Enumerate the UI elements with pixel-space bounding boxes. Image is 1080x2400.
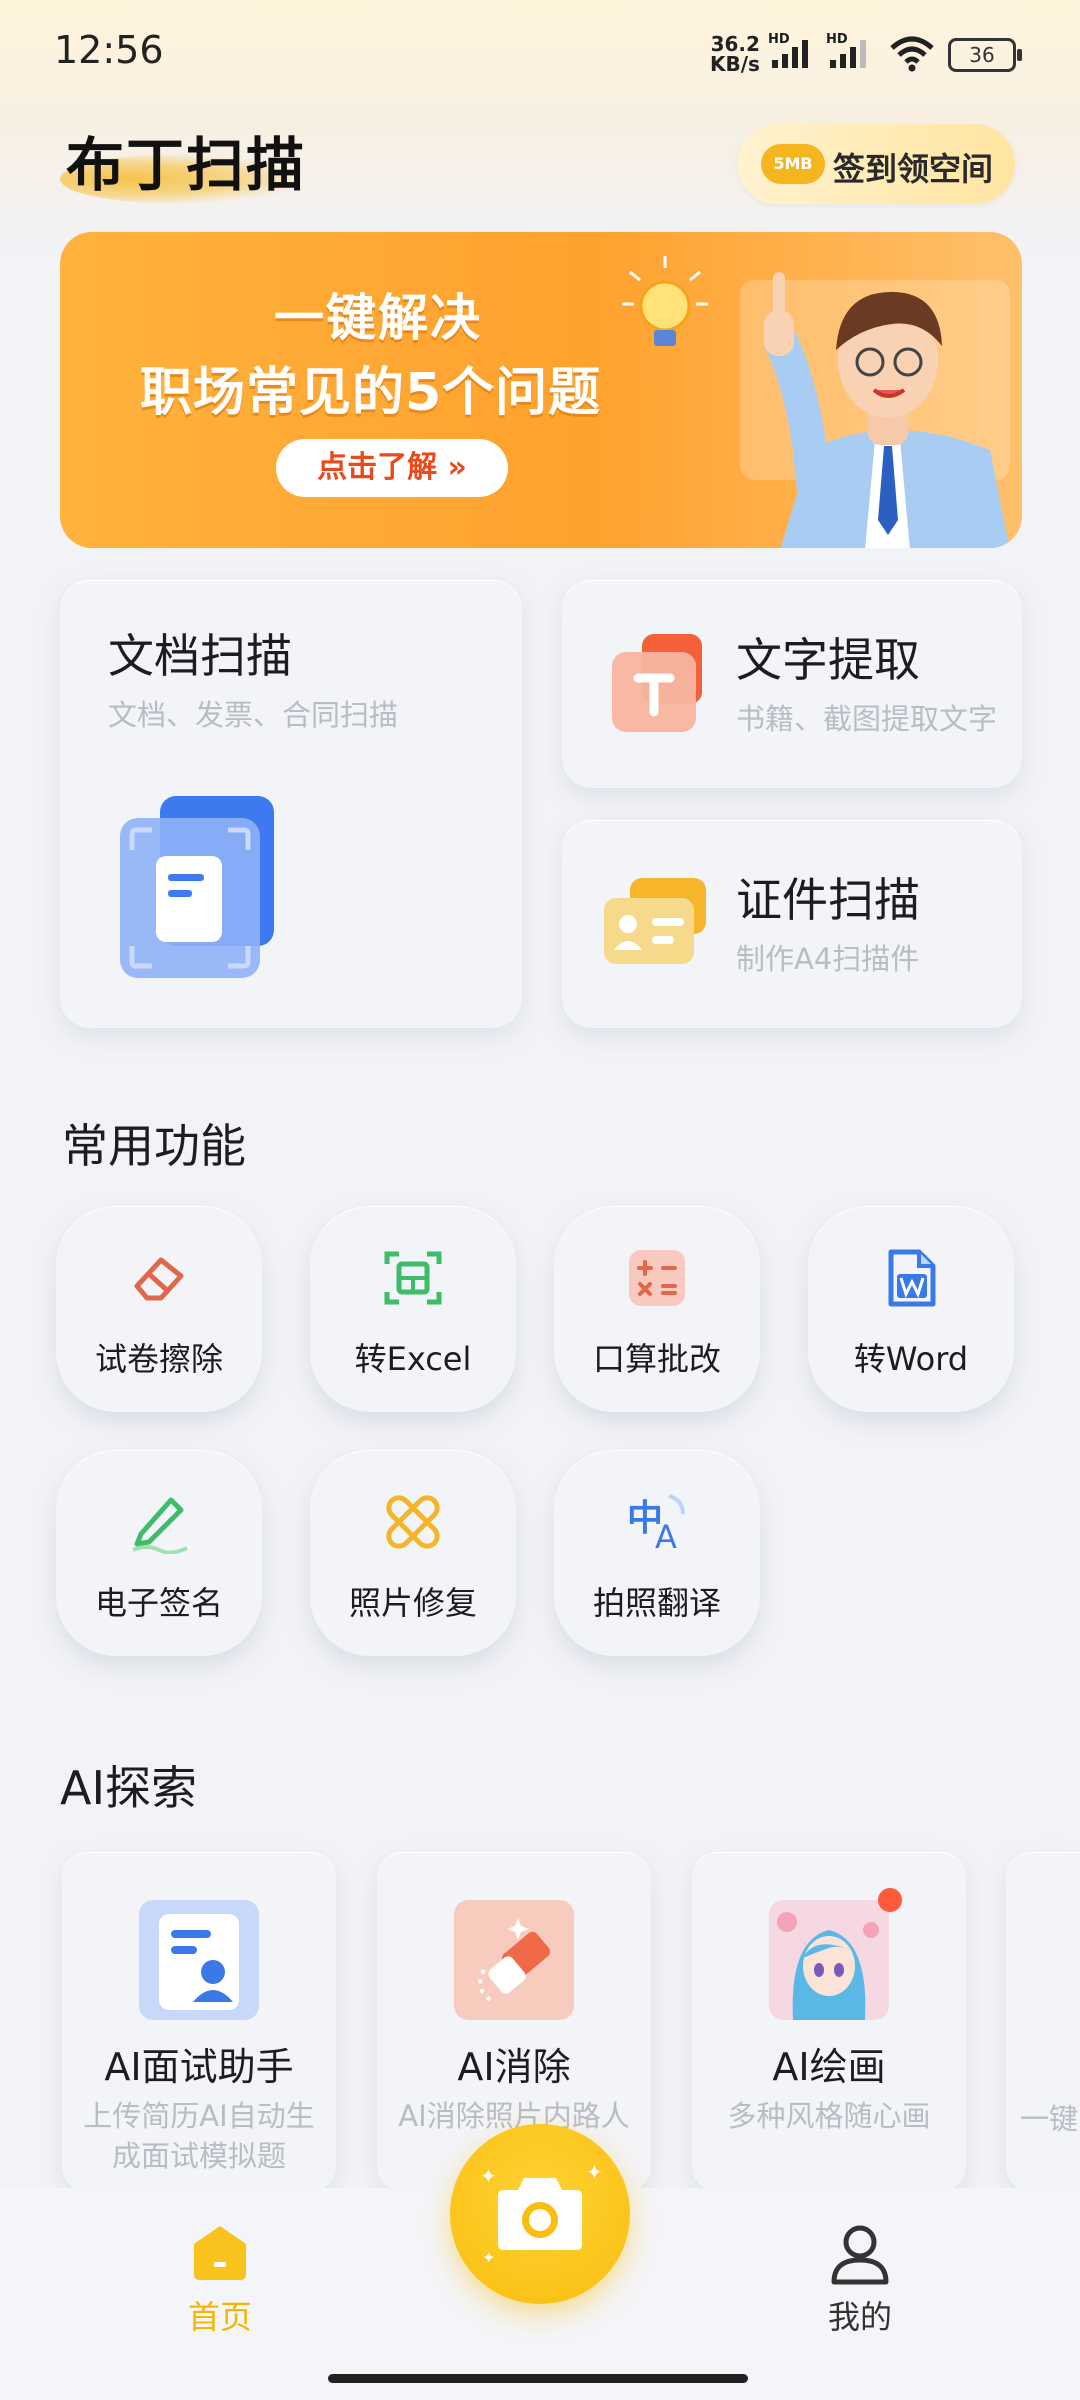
id-card-icon	[604, 878, 706, 964]
tool-label: 口算批改	[592, 1340, 721, 1378]
home-indicator	[328, 2374, 748, 2383]
pen-icon	[132, 1497, 188, 1554]
banner-cta-button[interactable]: 点击了解 »	[276, 439, 508, 497]
tool-to-excel[interactable]: 转Excel	[310, 1206, 516, 1412]
eraser-icon	[134, 1257, 184, 1301]
resume-icon	[139, 1900, 259, 2020]
ai-card-partial[interactable]: 一键	[1006, 1852, 1080, 2192]
text-extract-subtitle: 书籍、截图提取文字	[736, 702, 998, 736]
sparkle-icon: ✦	[480, 2164, 497, 2188]
status-time: 12:56	[54, 28, 164, 72]
app-logo: 布丁扫描	[60, 118, 310, 204]
ai-card-title: AI绘画	[772, 2045, 886, 2089]
signal-icon-2: HD	[826, 32, 872, 74]
tool-e-signature[interactable]: 电子签名	[56, 1450, 262, 1656]
ai-card-desc: 一键	[1020, 2102, 1079, 2136]
sparkle-icon: ✦	[482, 2248, 496, 2267]
tool-exam-erase[interactable]: 试卷擦除	[56, 1206, 262, 1412]
excel-icon	[384, 1251, 442, 1305]
anime-girl-image	[769, 1900, 889, 2020]
svg-text:A: A	[655, 1518, 677, 1554]
hd-label: HD	[768, 32, 790, 47]
signal-icon: HD	[768, 32, 814, 74]
tool-label: 照片修复	[348, 1584, 477, 1622]
app-name: 布丁扫描	[66, 131, 307, 199]
text-extract-title: 文字提取	[736, 633, 920, 687]
ai-card-desc: 多种风格随心画	[727, 2099, 931, 2133]
nav-mine-label: 我的	[827, 2298, 892, 2336]
doc-scan-card[interactable]: 文档扫描 文档、发票、合同扫描	[60, 580, 522, 1028]
promo-banner[interactable]: 一键解决 职场常见的5个问题 点击了解 »	[60, 232, 1022, 548]
nav-home[interactable]: 首页	[140, 2222, 300, 2338]
nav-mine[interactable]: 我的	[780, 2222, 940, 2338]
ai-card-title: AI消除	[457, 2045, 571, 2089]
status-bar: 12:56 36.2 KB/s HD HD 36	[0, 0, 1080, 110]
nav-home-label: 首页	[187, 2298, 252, 2336]
tool-label: 转Excel	[354, 1340, 472, 1378]
net-speed-value: 36.2	[710, 32, 760, 56]
ai-card-title: AI面试助手	[104, 2045, 294, 2089]
common-section-title: 常用功能	[62, 1119, 246, 1173]
ai-interview-card[interactable]: AI面试助手 上传简历AI自动生成面试模拟题	[62, 1852, 336, 2192]
text-extract-icon	[612, 634, 702, 732]
new-dot-badge	[878, 1888, 902, 1912]
id-scan-title: 证件扫描	[736, 873, 920, 927]
tool-label: 试卷擦除	[94, 1340, 223, 1378]
net-speed-unit: KB/s	[710, 52, 760, 76]
tool-photo-repair[interactable]: 照片修复	[310, 1450, 516, 1656]
checkin-button[interactable]: 5MB 签到领空间	[737, 124, 1015, 204]
ai-section-title: AI探索	[60, 1761, 198, 1815]
hd-label-2: HD	[826, 32, 848, 47]
word-icon	[888, 1249, 936, 1307]
ai-painting-card[interactable]: AI绘画 多种风格随心画	[692, 1852, 966, 2192]
banner-line1: 一键解决	[274, 289, 482, 347]
wifi-icon	[888, 34, 936, 76]
camera-icon	[498, 2178, 582, 2250]
tool-label: 转Word	[853, 1340, 969, 1378]
tool-photo-translate[interactable]: 中 A 拍照翻译	[554, 1450, 760, 1656]
id-scan-card[interactable]: 证件扫描 制作A4扫描件	[562, 820, 1022, 1028]
tool-label: 拍照翻译	[592, 1584, 721, 1622]
cloud-icon: 5MB	[761, 144, 825, 184]
tool-label: 电子签名	[94, 1584, 223, 1622]
bandage-icon	[386, 1495, 440, 1549]
user-icon	[831, 2225, 889, 2285]
camera-button[interactable]: ✦ ✦ ✦	[450, 2124, 630, 2304]
translate-icon: 中 A	[627, 1494, 685, 1554]
text-extract-card[interactable]: 文字提取 书籍、截图提取文字	[562, 580, 1022, 788]
calculator-icon	[629, 1250, 685, 1306]
businessman-illustration	[763, 272, 1010, 548]
checkin-label: 签到领空间	[833, 150, 994, 188]
document-scan-icon	[120, 796, 274, 978]
doc-scan-title: 文档扫描	[108, 629, 292, 683]
network-speed: 36.2 KB/s	[710, 34, 760, 74]
sparkle-icon: ✦	[586, 2160, 603, 2184]
doc-scan-subtitle: 文档、发票、合同扫描	[108, 698, 399, 732]
tool-to-word[interactable]: 转Word	[808, 1206, 1014, 1412]
tool-mental-math[interactable]: 口算批改	[554, 1206, 760, 1412]
magic-eraser-icon	[454, 1900, 574, 2020]
id-scan-subtitle: 制作A4扫描件	[736, 942, 920, 976]
banner-line2: 职场常见的5个问题	[140, 363, 602, 423]
home-icon	[194, 2226, 246, 2280]
ai-card-desc: 上传简历AI自动生成面试模拟题	[83, 2099, 315, 2173]
battery-icon: 36	[948, 38, 1022, 72]
